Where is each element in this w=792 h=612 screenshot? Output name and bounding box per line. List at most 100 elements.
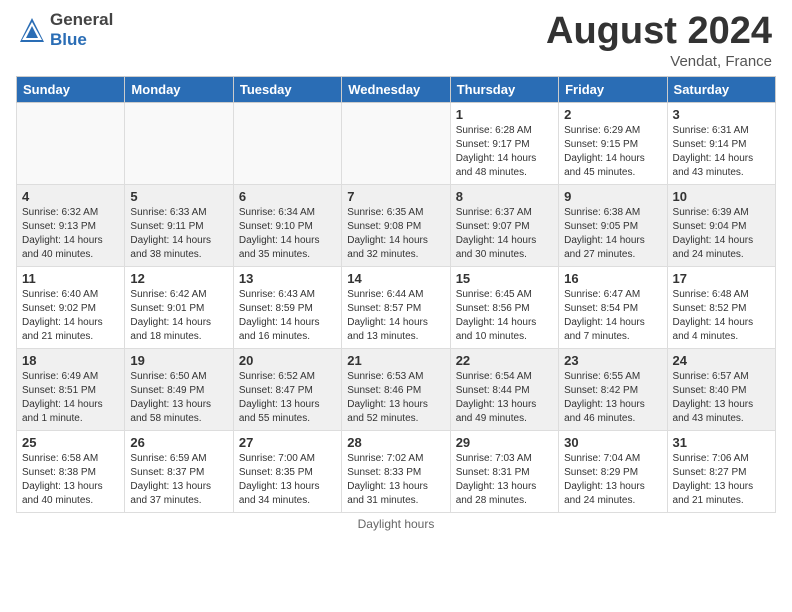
calendar-header-row: SundayMondayTuesdayWednesdayThursdayFrid… [17, 77, 776, 103]
day-number: 15 [456, 271, 553, 286]
calendar-cell: 7 Sunrise: 6:35 AM Sunset: 9:08 PM Daylig… [342, 185, 450, 267]
col-header-friday: Friday [559, 77, 667, 103]
calendar-cell [125, 103, 233, 185]
header: General Blue August 2024 Vendat, France [0, 0, 792, 76]
day-info: Sunrise: 7:04 AM Sunset: 8:29 PM Dayligh… [564, 452, 661, 508]
day-info: Sunrise: 7:06 AM Sunset: 8:27 PM Dayligh… [673, 452, 770, 508]
day-number: 2 [564, 107, 661, 122]
calendar-week-row: 18 Sunrise: 6:49 AM Sunset: 8:51 PM Dayli… [17, 349, 776, 431]
calendar-cell: 25Sunrise: 6:58 AM Sunset: 8:38 PM Dayli… [17, 431, 125, 513]
day-info: Sunrise: 6:32 AM Sunset: 9:13 PM Dayligh… [22, 206, 119, 262]
calendar-cell: 8 Sunrise: 6:37 AM Sunset: 9:07 PM Daylig… [450, 185, 558, 267]
day-info: Sunrise: 6:42 AM Sunset: 9:01 PM Dayligh… [130, 288, 227, 344]
day-info: Sunrise: 6:28 AM Sunset: 9:17 PM Dayligh… [456, 124, 553, 180]
day-number: 30 [564, 435, 661, 450]
calendar-table: SundayMondayTuesdayWednesdayThursdayFrid… [16, 76, 776, 513]
day-number: 27 [239, 435, 336, 450]
calendar-cell: 2 Sunrise: 6:29 AM Sunset: 9:15 PM Daylig… [559, 103, 667, 185]
day-number: 16 [564, 271, 661, 286]
day-info: Sunrise: 6:59 AM Sunset: 8:37 PM Dayligh… [130, 452, 227, 508]
day-info: Sunrise: 6:29 AM Sunset: 9:15 PM Dayligh… [564, 124, 661, 180]
day-number: 6 [239, 189, 336, 204]
calendar-cell: 6 Sunrise: 6:34 AM Sunset: 9:10 PM Daylig… [233, 185, 341, 267]
calendar-cell: 4Sunrise: 6:32 AM Sunset: 9:13 PM Daylig… [17, 185, 125, 267]
day-number: 28 [347, 435, 444, 450]
col-header-wednesday: Wednesday [342, 77, 450, 103]
day-info: Sunrise: 6:47 AM Sunset: 8:54 PM Dayligh… [564, 288, 661, 344]
day-number: 13 [239, 271, 336, 286]
calendar-cell: 3Sunrise: 6:31 AM Sunset: 9:14 PM Daylig… [667, 103, 775, 185]
day-info: Sunrise: 6:50 AM Sunset: 8:49 PM Dayligh… [130, 370, 227, 426]
calendar-cell [342, 103, 450, 185]
calendar-cell [233, 103, 341, 185]
col-header-saturday: Saturday [667, 77, 775, 103]
logo-blue: Blue [50, 30, 113, 50]
calendar-cell: 10 Sunrise: 6:39 AM Sunset: 9:04 PM Dayli… [667, 185, 775, 267]
calendar-cell: 31 Sunrise: 7:06 AM Sunset: 8:27 PM Dayli… [667, 431, 775, 513]
calendar-cell: 28 Sunrise: 7:02 AM Sunset: 8:33 PM Dayli… [342, 431, 450, 513]
day-info: Sunrise: 6:35 AM Sunset: 9:08 PM Dayligh… [347, 206, 444, 262]
calendar-cell: 20Sunrise: 6:52 AM Sunset: 8:47 PM Dayli… [233, 349, 341, 431]
day-number: 22 [456, 353, 553, 368]
calendar-cell: 11 Sunrise: 6:40 AM Sunset: 9:02 PM Dayli… [17, 267, 125, 349]
day-info: Sunrise: 6:45 AM Sunset: 8:56 PM Dayligh… [456, 288, 553, 344]
day-number: 29 [456, 435, 553, 450]
day-number: 12 [130, 271, 227, 286]
col-header-thursday: Thursday [450, 77, 558, 103]
logo-icon [16, 14, 48, 46]
calendar-cell: 17Sunrise: 6:48 AM Sunset: 8:52 PM Dayli… [667, 267, 775, 349]
day-number: 31 [673, 435, 770, 450]
calendar-cell: 26Sunrise: 6:59 AM Sunset: 8:37 PM Dayli… [125, 431, 233, 513]
day-info: Sunrise: 6:53 AM Sunset: 8:46 PM Dayligh… [347, 370, 444, 426]
day-number: 10 [673, 189, 770, 204]
calendar-cell: 5Sunrise: 6:33 AM Sunset: 9:11 PM Daylig… [125, 185, 233, 267]
day-info: Sunrise: 6:33 AM Sunset: 9:11 PM Dayligh… [130, 206, 227, 262]
day-number: 17 [673, 271, 770, 286]
day-number: 11 [22, 271, 119, 286]
day-number: 3 [673, 107, 770, 122]
day-number: 24 [673, 353, 770, 368]
calendar-cell: 29Sunrise: 7:03 AM Sunset: 8:31 PM Dayli… [450, 431, 558, 513]
calendar-cell: 27Sunrise: 7:00 AM Sunset: 8:35 PM Dayli… [233, 431, 341, 513]
col-header-sunday: Sunday [17, 77, 125, 103]
day-number: 7 [347, 189, 444, 204]
daylight-note: Daylight hours [0, 513, 792, 531]
day-info: Sunrise: 6:43 AM Sunset: 8:59 PM Dayligh… [239, 288, 336, 344]
calendar-cell: 14Sunrise: 6:44 AM Sunset: 8:57 PM Dayli… [342, 267, 450, 349]
calendar-wrapper: SundayMondayTuesdayWednesdayThursdayFrid… [0, 76, 792, 513]
day-number: 23 [564, 353, 661, 368]
calendar-cell: 18 Sunrise: 6:49 AM Sunset: 8:51 PM Dayli… [17, 349, 125, 431]
calendar-cell: 21Sunrise: 6:53 AM Sunset: 8:46 PM Dayli… [342, 349, 450, 431]
day-info: Sunrise: 6:58 AM Sunset: 8:38 PM Dayligh… [22, 452, 119, 508]
day-info: Sunrise: 6:55 AM Sunset: 8:42 PM Dayligh… [564, 370, 661, 426]
day-info: Sunrise: 6:34 AM Sunset: 9:10 PM Dayligh… [239, 206, 336, 262]
day-info: Sunrise: 6:37 AM Sunset: 9:07 PM Dayligh… [456, 206, 553, 262]
day-info: Sunrise: 7:02 AM Sunset: 8:33 PM Dayligh… [347, 452, 444, 508]
day-number: 8 [456, 189, 553, 204]
calendar-cell: 12 Sunrise: 6:42 AM Sunset: 9:01 PM Dayli… [125, 267, 233, 349]
calendar-cell: 9 Sunrise: 6:38 AM Sunset: 9:05 PM Daylig… [559, 185, 667, 267]
day-info: Sunrise: 6:40 AM Sunset: 9:02 PM Dayligh… [22, 288, 119, 344]
day-number: 18 [22, 353, 119, 368]
calendar-week-row: 25Sunrise: 6:58 AM Sunset: 8:38 PM Dayli… [17, 431, 776, 513]
day-number: 9 [564, 189, 661, 204]
calendar-week-row: 1 Sunrise: 6:28 AM Sunset: 9:17 PM Daylig… [17, 103, 776, 185]
day-number: 1 [456, 107, 553, 122]
day-info: Sunrise: 6:44 AM Sunset: 8:57 PM Dayligh… [347, 288, 444, 344]
calendar-cell [17, 103, 125, 185]
day-number: 19 [130, 353, 227, 368]
calendar-cell: 24 Sunrise: 6:57 AM Sunset: 8:40 PM Dayli… [667, 349, 775, 431]
calendar-week-row: 11 Sunrise: 6:40 AM Sunset: 9:02 PM Dayli… [17, 267, 776, 349]
day-info: Sunrise: 6:49 AM Sunset: 8:51 PM Dayligh… [22, 370, 119, 426]
col-header-monday: Monday [125, 77, 233, 103]
title-block: August 2024 Vendat, France [546, 10, 772, 70]
day-info: Sunrise: 6:38 AM Sunset: 9:05 PM Dayligh… [564, 206, 661, 262]
calendar-cell: 19 Sunrise: 6:50 AM Sunset: 8:49 PM Dayli… [125, 349, 233, 431]
calendar-title: August 2024 [546, 10, 772, 53]
calendar-cell: 1 Sunrise: 6:28 AM Sunset: 9:17 PM Daylig… [450, 103, 558, 185]
logo: General Blue [16, 10, 113, 49]
calendar-cell: 30 Sunrise: 7:04 AM Sunset: 8:29 PM Dayli… [559, 431, 667, 513]
logo-general: General [50, 10, 113, 30]
day-info: Sunrise: 6:39 AM Sunset: 9:04 PM Dayligh… [673, 206, 770, 262]
day-info: Sunrise: 6:57 AM Sunset: 8:40 PM Dayligh… [673, 370, 770, 426]
